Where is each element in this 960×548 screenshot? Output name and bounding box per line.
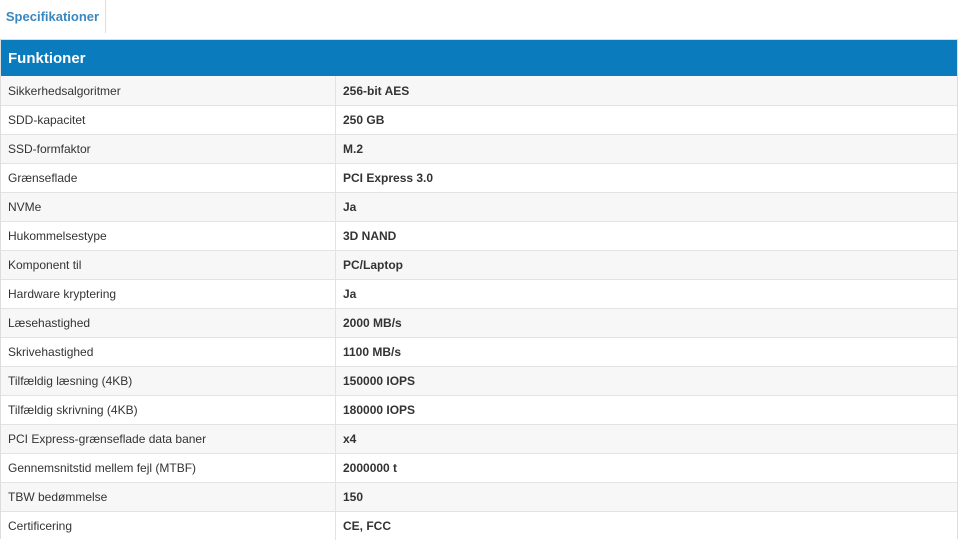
table-row: Grænseflade PCI Express 3.0 [1, 163, 957, 192]
table-row: Certificering CE, FCC [1, 511, 957, 540]
table-row: Skrivehastighed 1100 MB/s [1, 337, 957, 366]
spec-value: PCI Express 3.0 [343, 171, 434, 185]
table-row: PCI Express-grænseflade data baner x4 [1, 424, 957, 453]
table-row: NVMe Ja [1, 192, 957, 221]
spec-label: PCI Express-grænseflade data baner [1, 425, 336, 453]
spec-value: CE, FCC [343, 519, 391, 533]
table-row: Hukommelsestype 3D NAND [1, 221, 957, 250]
spec-label: TBW bedømmelse [1, 483, 336, 511]
spec-value: 180000 IOPS [343, 403, 416, 417]
spec-label: Sikkerhedsalgoritmer [1, 76, 336, 105]
specs-panel: Funktioner Sikkerhedsalgoritmer 256-bit … [0, 39, 958, 540]
spec-label: Gennemsnitstid mellem fejl (MTBF) [1, 454, 336, 482]
spec-value: 1100 MB/s [343, 345, 402, 359]
spec-label: Tilfældig skrivning (4KB) [1, 396, 336, 424]
spec-value: 150000 IOPS [343, 374, 416, 388]
spec-value: Ja [343, 287, 357, 301]
spec-value: 3D NAND [343, 229, 397, 243]
spec-value: 256-bit AES [343, 83, 410, 98]
table-row: Komponent til PC/Laptop [1, 250, 957, 279]
section-header: Funktioner [1, 40, 957, 76]
table-row: Tilfældig skrivning (4KB) 180000 IOPS [1, 395, 957, 424]
table-row: Sikkerhedsalgoritmer 256-bit AES [1, 76, 957, 105]
table-row: SDD-kapacitet 250 GB [1, 105, 957, 134]
spec-label: Hukommelsestype [1, 222, 336, 250]
spec-value: PC/Laptop [343, 258, 403, 272]
spec-value: x4 [343, 432, 357, 446]
spec-label: Komponent til [1, 251, 336, 279]
table-row: Gennemsnitstid mellem fejl (MTBF) 200000… [1, 453, 957, 482]
spec-label: Certificering [1, 512, 336, 540]
spec-label: Grænseflade [1, 164, 336, 192]
spec-label: Læsehastighed [1, 309, 336, 337]
spec-label: SSD-formfaktor [1, 135, 336, 163]
specs-table: Sikkerhedsalgoritmer 256-bit AES SDD-kap… [1, 76, 957, 540]
spec-value: Ja [343, 200, 357, 214]
spec-value: 2000 MB/s [343, 316, 402, 330]
table-row: Læsehastighed 2000 MB/s [1, 308, 957, 337]
spec-value: M.2 [343, 142, 364, 156]
spec-value: 150 [343, 490, 364, 504]
spec-label: Hardware kryptering [1, 280, 336, 308]
spec-value: 250 GB [343, 113, 385, 127]
tab-specifikationer[interactable]: Specifikationer [0, 0, 106, 33]
spec-label: Tilfældig læsning (4KB) [1, 367, 336, 395]
table-row: SSD-formfaktor M.2 [1, 134, 957, 163]
tab-bar: Specifikationer [0, 0, 960, 34]
spec-label: NVMe [1, 193, 336, 221]
spec-label: Skrivehastighed [1, 338, 336, 366]
spec-value: 2000000 t [343, 461, 398, 475]
table-row: Hardware kryptering Ja [1, 279, 957, 308]
spec-label: SDD-kapacitet [1, 106, 336, 134]
table-row: TBW bedømmelse 150 [1, 482, 957, 511]
table-row: Tilfældig læsning (4KB) 150000 IOPS [1, 366, 957, 395]
